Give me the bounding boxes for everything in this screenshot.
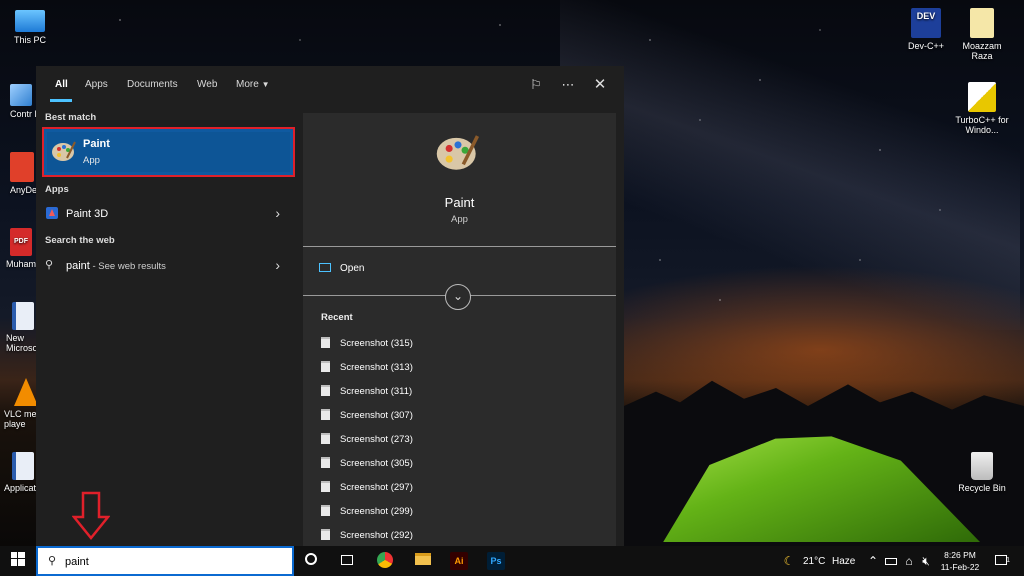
close-icon[interactable]: ✕ xyxy=(591,76,609,94)
recycle-bin-icon xyxy=(971,452,993,480)
chevron-up-icon[interactable]: ⌃ xyxy=(864,552,882,570)
recent-item[interactable]: Screenshot (311) xyxy=(321,385,412,399)
weather-temperature[interactable]: 21°C xyxy=(803,556,825,567)
app-result-label: Paint 3D xyxy=(66,208,109,220)
desktop-icon-recycle-bin[interactable]: Recycle Bin xyxy=(952,452,1012,493)
recent-item[interactable]: Screenshot (297) xyxy=(321,481,413,495)
more-options-icon[interactable]: ⋯ xyxy=(559,76,577,94)
file-icon xyxy=(321,457,330,468)
active-tab-indicator xyxy=(50,99,72,102)
cortana-icon[interactable] xyxy=(302,552,320,570)
search-flyout: All Apps Documents Web More ▼ ⚐ ⋯ ✕ Best… xyxy=(36,66,624,546)
recent-item[interactable]: Screenshot (315) xyxy=(321,337,413,351)
arrow-down-annotation-icon xyxy=(72,491,110,540)
recent-item[interactable]: Screenshot (292) xyxy=(321,529,413,543)
search-web-heading: Search the web xyxy=(45,235,115,246)
search-icon: ⚲ xyxy=(48,555,57,567)
apps-heading: Apps xyxy=(45,184,69,195)
task-view-icon[interactable] xyxy=(338,552,356,570)
chevron-right-icon[interactable]: › xyxy=(275,257,280,273)
file-icon xyxy=(321,433,330,444)
dev-cpp-icon: DEV xyxy=(911,8,941,38)
turbocpp-icon xyxy=(968,82,996,112)
open-icon xyxy=(319,263,331,272)
taskbar-search-box[interactable]: ⚲ xyxy=(36,546,294,576)
file-icon xyxy=(321,385,330,396)
recent-item[interactable]: Screenshot (313) xyxy=(321,361,413,375)
vlc-cone-icon xyxy=(14,378,38,406)
tab-documents[interactable]: Documents xyxy=(127,79,178,90)
volume-mute-icon[interactable]: 🔇︎ xyxy=(917,552,935,570)
feedback-icon[interactable]: ⚐ xyxy=(527,76,545,94)
best-match-heading: Best match xyxy=(45,112,97,123)
search-tabs: All Apps Documents Web More ▼ ⚐ ⋯ ✕ xyxy=(36,66,624,103)
recent-item[interactable]: Screenshot (307) xyxy=(321,409,413,423)
file-icon xyxy=(321,409,330,420)
battery-icon[interactable] xyxy=(882,552,900,570)
desktop-icon-dev-cpp[interactable]: DEV Dev-C++ xyxy=(896,8,956,51)
file-icon xyxy=(321,505,330,516)
app-result-paint-3d[interactable]: Paint 3D › xyxy=(36,203,294,225)
open-action[interactable]: Open xyxy=(319,263,364,274)
recent-item[interactable]: Screenshot (305) xyxy=(321,457,413,471)
weather-description[interactable]: Haze xyxy=(832,556,855,567)
paint-palette-icon xyxy=(52,141,76,161)
illustrator-icon[interactable]: Ai xyxy=(450,552,468,570)
recent-item[interactable]: Screenshot (299) xyxy=(321,505,413,519)
file-explorer-icon[interactable] xyxy=(414,552,432,570)
chevron-down-icon: ▼ xyxy=(261,80,270,89)
detail-title: Paint xyxy=(444,195,475,210)
recent-item[interactable]: Screenshot (273) xyxy=(321,433,413,447)
chevron-down-icon: ⌄ xyxy=(452,289,464,303)
word-document-icon xyxy=(12,302,34,330)
paint-palette-icon xyxy=(436,135,480,170)
control-panel-icon xyxy=(10,84,32,106)
tab-web[interactable]: Web xyxy=(197,79,217,90)
recent-heading: Recent xyxy=(321,312,353,323)
anydesk-icon xyxy=(10,152,34,182)
taskbar: ⚲ Ai Ps ☾ 21°C Haze ⌃ ⌂ 🔇︎ 8:26 PM 11-Fe… xyxy=(0,546,1024,576)
best-match-title: Paint xyxy=(83,138,110,150)
desktop-icon-turbocpp[interactable]: TurboC++ for Windo... xyxy=(952,82,1012,135)
results-pane: Best match Paint App Apps Paint 3D › Sea… xyxy=(36,103,295,546)
photoshop-icon[interactable]: Ps xyxy=(487,552,505,570)
search-input[interactable] xyxy=(65,554,265,570)
taskbar-clock[interactable]: 8:26 PM 11-Feb-22 xyxy=(936,549,984,573)
folder-document-icon xyxy=(970,8,994,38)
this-pc-icon xyxy=(15,10,45,32)
divider xyxy=(303,246,616,247)
chevron-right-icon[interactable]: › xyxy=(275,205,280,221)
weather-moon-icon[interactable]: ☾ xyxy=(780,552,798,570)
desktop-icon-moazzam-raza[interactable]: Moazzam Raza xyxy=(952,8,1012,61)
network-icon[interactable]: ⌂ xyxy=(900,552,918,570)
desktop-icon-this-pc[interactable]: This PC xyxy=(0,8,60,45)
tab-more[interactable]: More ▼ xyxy=(236,79,270,90)
tab-all[interactable]: All xyxy=(55,79,68,90)
clock-time: 8:26 PM xyxy=(944,550,976,560)
detail-subtitle: App xyxy=(451,214,468,225)
search-icon: ⚲ xyxy=(45,259,54,271)
file-icon xyxy=(321,481,330,492)
best-match-result-paint[interactable]: Paint App xyxy=(42,127,295,177)
file-icon xyxy=(321,529,330,540)
file-icon xyxy=(321,337,330,348)
tab-apps[interactable]: Apps xyxy=(85,79,108,90)
paint-3d-icon xyxy=(46,207,58,219)
file-icon xyxy=(321,361,330,372)
notification-center-icon[interactable]: 1 xyxy=(992,552,1010,570)
expand-chevron-button[interactable]: ⌄ xyxy=(445,284,471,310)
detail-pane: Paint App Open ⌄ Recent Screenshot (315)… xyxy=(303,113,616,546)
document-icon xyxy=(12,452,34,480)
clock-date: 11-Feb-22 xyxy=(940,562,980,572)
web-result-paint[interactable]: ⚲ paint - See web results › xyxy=(36,255,294,277)
chrome-icon[interactable] xyxy=(376,552,394,570)
best-match-subtitle: App xyxy=(83,155,100,166)
windows-start-icon[interactable] xyxy=(9,552,27,570)
pdf-icon: PDF xyxy=(10,228,32,256)
